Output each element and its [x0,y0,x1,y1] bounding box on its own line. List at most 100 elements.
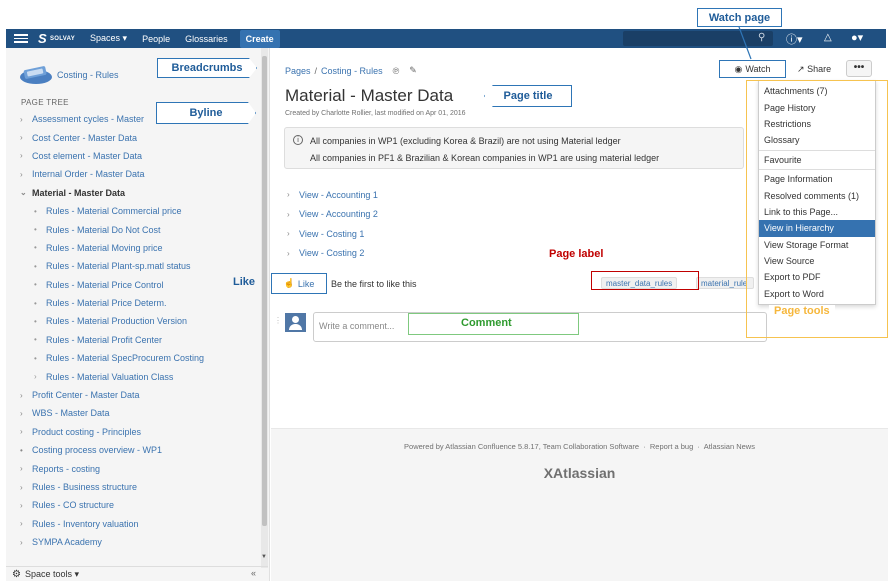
space-title[interactable]: Costing - Rules [57,70,119,80]
sidebar-tree-item[interactable]: • Rules - Material Production Version [20,312,256,330]
sidebar-tree-item[interactable]: › Rules - Business structure [20,478,256,496]
menu-icon[interactable] [14,34,28,43]
sidebar-tree-item[interactable]: • Rules - Material Commercial price [20,202,256,220]
help-icon[interactable]: ⓘ▾ [786,31,803,47]
callout-page-label: Page label [549,248,604,260]
share-icon: ↗ [797,64,805,74]
sidebar-tree-item[interactable]: › Internal Order - Master Data [20,165,256,183]
nav-glossaries[interactable]: Glossaries [185,34,228,44]
tree-chevron-icon[interactable]: • [34,299,46,308]
sidebar-tree-item[interactable]: • Rules - Material Price Control [20,276,256,294]
info-icon: i [293,135,303,145]
create-button[interactable]: Create [239,29,280,48]
space-tools-button[interactable]: ⚙ Space tools ▾ « [6,566,268,581]
sidebar-scrollbar[interactable]: ▼ [261,48,268,568]
callout-comment: Comment [461,317,512,329]
byline: Created by Charlotte Rollier, last modif… [285,110,466,117]
sidebar-tree-item[interactable]: › SYMPA Academy [20,533,256,551]
sidebar-tree-item[interactable]: • Rules - Material Plant-sp.matl status [20,257,256,275]
notifications-icon[interactable]: △ [824,32,832,43]
share-button[interactable]: ↗ Share [797,64,831,75]
tree-item-label: Rules - Material Price Determ. [46,298,167,309]
tree-chevron-icon[interactable]: • [34,225,46,234]
watch-button[interactable]: ◉ Watch [719,60,786,78]
more-actions-button[interactable]: ••• [846,60,872,77]
sidebar-tree-item[interactable]: › Rules - Inventory valuation [20,515,256,533]
sidebar-tree-item[interactable]: • Rules - Material SpecProcurem Costing [20,349,256,367]
tree-chevron-icon[interactable]: › [20,464,32,473]
eye-icon: ◉ [734,63,743,74]
sidebar-tree-item[interactable]: • Rules - Material Moving price [20,239,256,257]
glossary-icon[interactable]: ✎ [409,65,417,76]
report-bug-link[interactable]: Report a bug [650,442,693,451]
child-page-link[interactable]: › View - Accounting 1 [287,185,378,205]
scroll-down-icon[interactable]: ▼ [261,554,267,560]
tree-chevron-icon[interactable]: › [20,151,32,160]
like-button[interactable]: ☝ Like [271,273,327,294]
sidebar-tree-item[interactable]: • Rules - Material Profit Center [20,331,256,349]
page-label-highlight [591,271,699,290]
tree-chevron-icon[interactable]: › [20,519,32,528]
atlassian-news-link[interactable]: Atlassian News [704,442,755,451]
tree-chevron-icon[interactable]: › [20,170,32,179]
drag-handle-icon: ⋮ [274,316,282,325]
tree-chevron-icon[interactable]: • [34,262,46,271]
tree-chevron-icon[interactable]: • [34,354,46,363]
tree-chevron-icon[interactable]: • [20,446,32,455]
tree-chevron-icon[interactable]: › [20,133,32,142]
powered-by-text: Powered by Atlassian Confluence 5.8.17, … [404,442,640,451]
tree-item-label: Internal Order - Master Data [32,169,145,180]
sidebar-tree-item[interactable]: › Product costing - Principles [20,423,256,441]
app-logo[interactable]: S SOLVAY [38,31,75,46]
page-tree-heading: PAGE TREE [21,98,69,107]
sidebar-tree-item[interactable]: › WBS - Master Data [20,404,256,422]
child-page-link[interactable]: › View - Accounting 2 [287,205,378,225]
atlassian-logo-icon: X [543,465,554,481]
sidebar-tree-item[interactable]: ⌄ Material - Master Data [20,184,256,202]
breadcrumb-pages[interactable]: Pages [285,66,311,76]
tree-chevron-icon[interactable]: • [34,335,46,344]
tree-chevron-icon[interactable]: • [34,317,46,326]
tree-chevron-icon[interactable]: › [20,409,32,418]
collapse-sidebar-icon[interactable]: « [251,568,256,578]
tree-chevron-icon[interactable]: • [34,243,46,252]
tree-item-label: WBS - Master Data [32,408,110,419]
attachment-icon[interactable]: ℗ [393,66,400,76]
space-logo-icon[interactable] [18,64,54,86]
space-tools-label: Space tools ▾ [24,568,80,579]
scrollbar-thumb[interactable] [262,56,267,526]
sidebar-tree-item[interactable]: • Rules - Material Price Determ. [20,294,256,312]
tree-chevron-icon[interactable]: › [20,391,32,400]
tree-chevron-icon[interactable]: ⌄ [20,188,32,197]
callout-page-tools: Page tools [769,305,835,317]
sidebar-tree-item[interactable]: › Reports - costing [20,459,256,477]
tree-item-label: Cost element - Master Data [32,150,143,161]
tree-chevron-icon[interactable]: › [34,372,46,381]
sidebar-tree-item[interactable]: • Costing process overview - WP1 [20,441,256,459]
child-page-label: View - Costing 2 [299,248,365,259]
search-icon[interactable]: ⚲ [758,32,765,43]
tree-chevron-icon[interactable]: › [20,427,32,436]
callout-breadcrumbs: Breadcrumbs [157,58,257,78]
sidebar-tree-item[interactable]: › Rules - CO structure [20,496,256,514]
tree-chevron-icon[interactable]: • [34,207,46,216]
nav-people[interactable]: People [142,34,170,44]
tree-chevron-icon[interactable]: • [34,280,46,289]
breadcrumb-space[interactable]: Costing - Rules [321,66,383,76]
child-page-link[interactable]: › View - Costing 1 [287,224,378,244]
sidebar-tree-item[interactable]: › Cost element - Master Data [20,147,256,165]
child-page-link[interactable]: › View - Costing 2 [287,244,378,264]
sidebar-tree-item[interactable]: › Profit Center - Master Data [20,386,256,404]
sidebar-tree-item[interactable]: › Rules - Material Valuation Class [20,367,256,385]
sidebar-tree-item[interactable]: • Rules - Material Do Not Cost [20,220,256,238]
callout-watch-page: Watch page [697,8,782,27]
nav-spaces[interactable]: Spaces ▾ [90,33,127,44]
tree-chevron-icon[interactable]: › [20,483,32,492]
user-avatar-icon[interactable]: ●▾ [851,31,863,44]
sidebar-tree-item[interactable]: › Cost Center - Master Data [20,128,256,146]
tree-chevron-icon[interactable]: › [20,115,32,124]
tree-chevron-icon[interactable]: › [20,501,32,510]
tree-item-label: Rules - Material Commercial price [46,206,182,217]
tree-item-label: Rules - Material SpecProcurem Costing [46,353,205,364]
tree-chevron-icon[interactable]: › [20,538,32,547]
